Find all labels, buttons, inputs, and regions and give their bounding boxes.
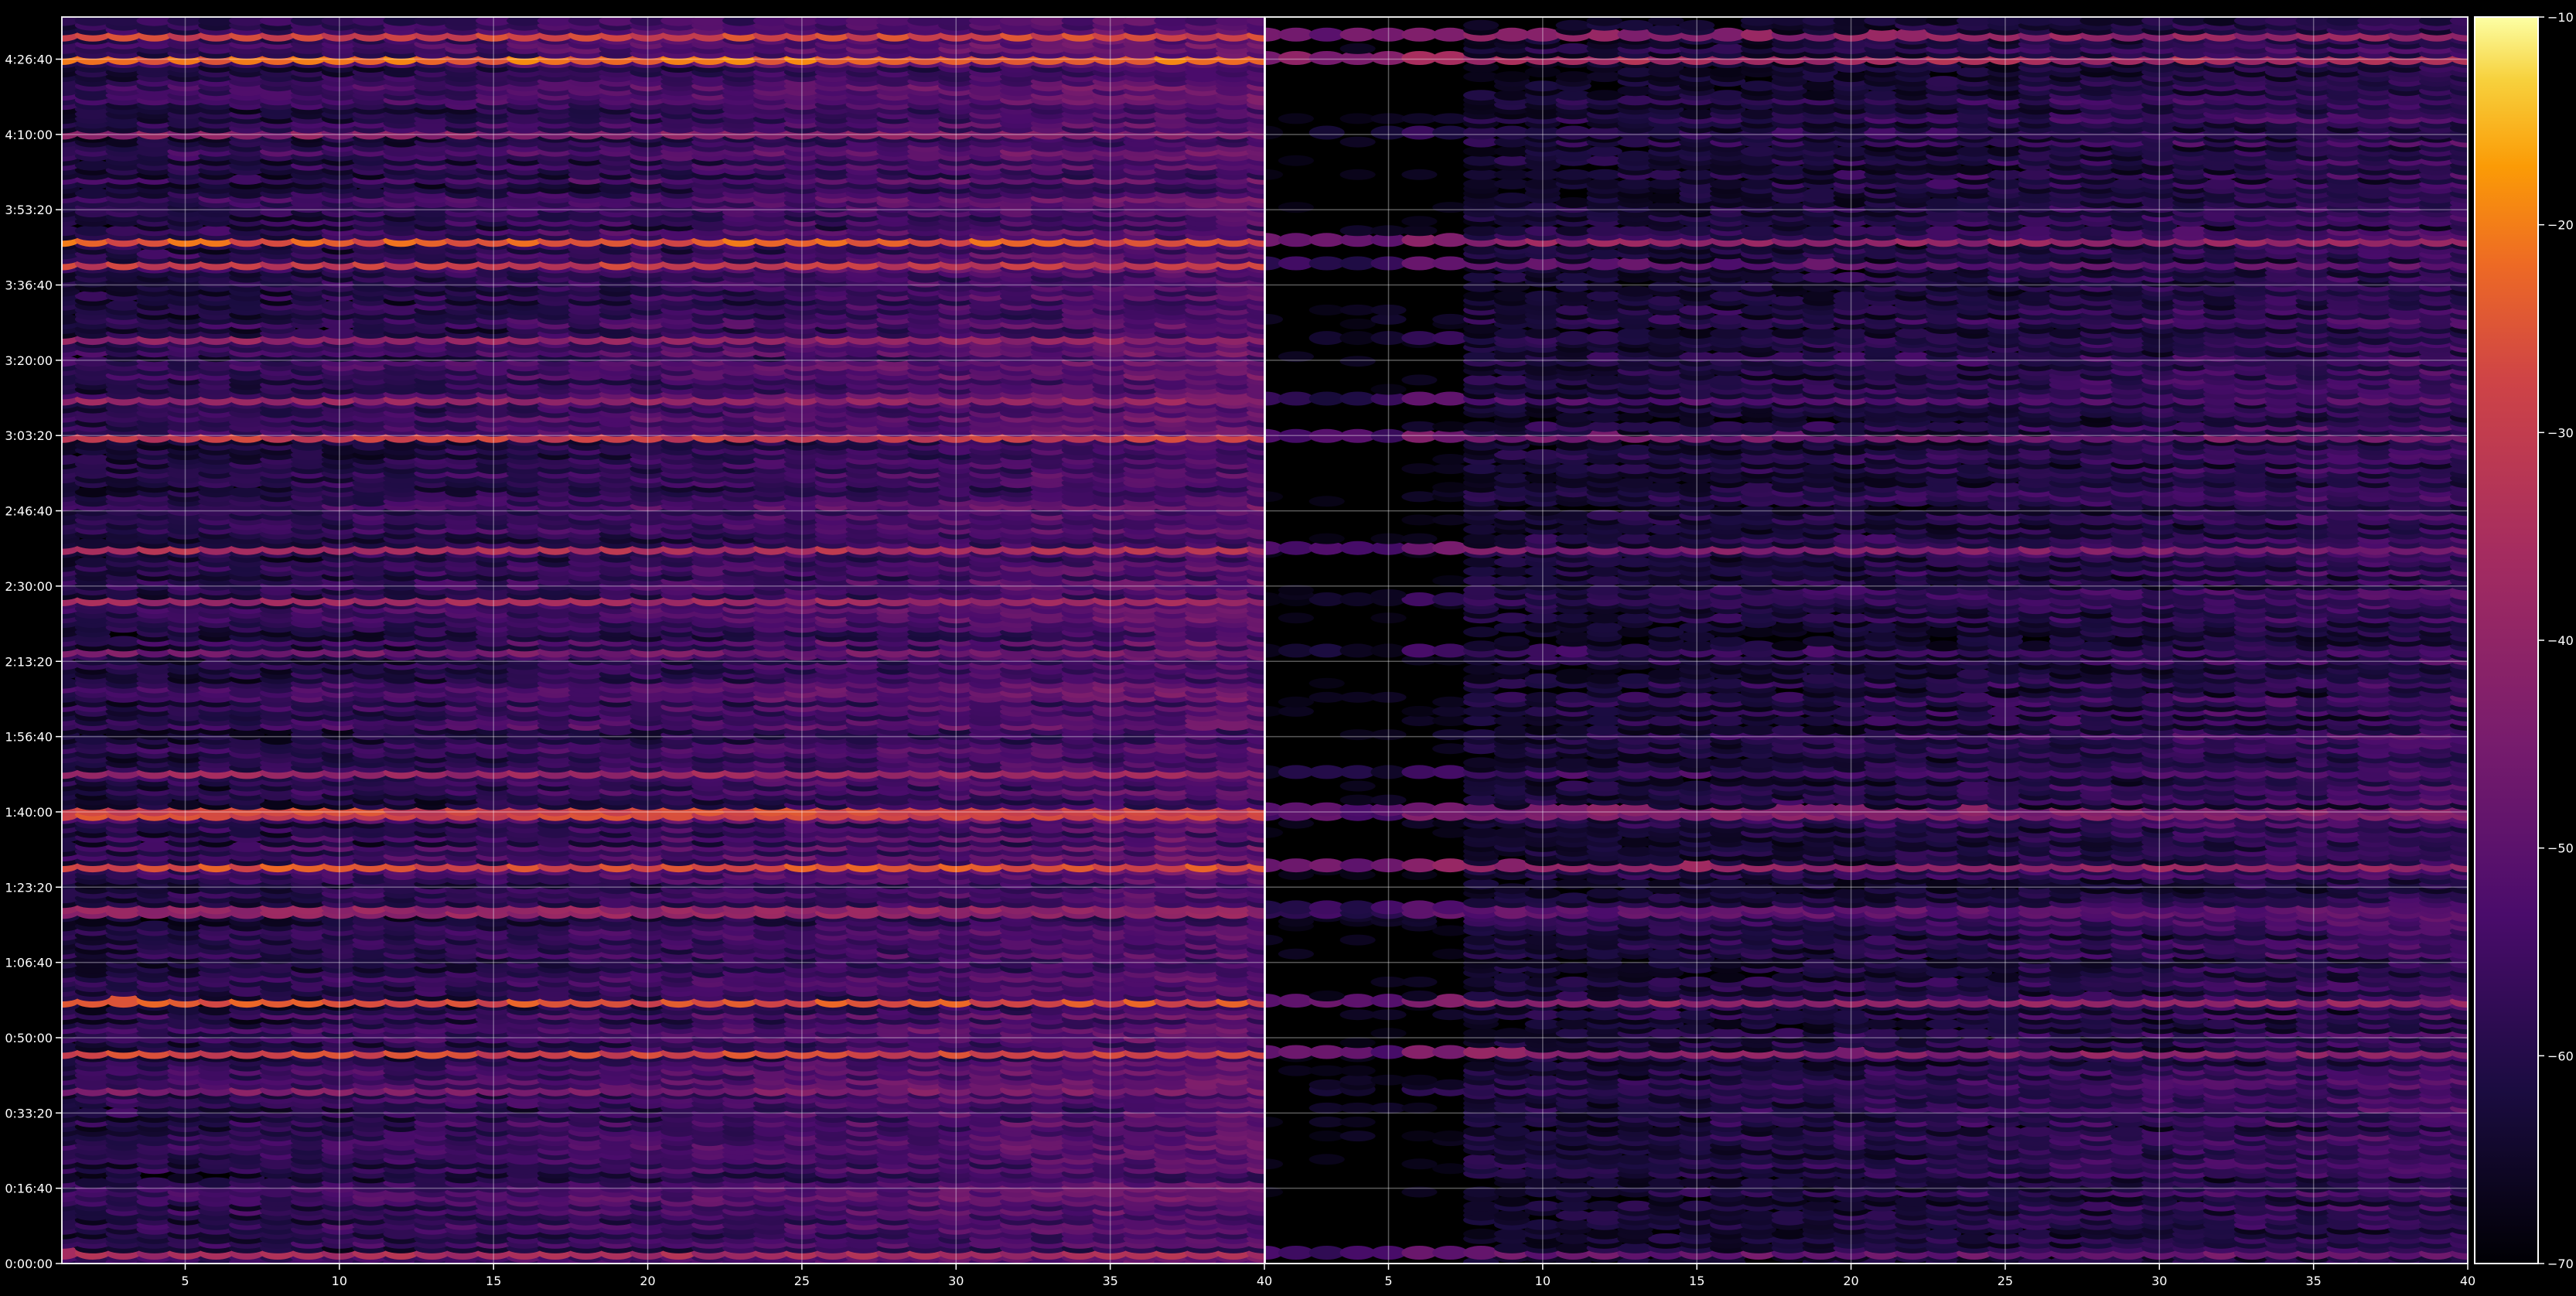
heatmap-cell bbox=[136, 920, 172, 932]
heatmap-cell bbox=[229, 729, 265, 741]
left-panel-marks bbox=[62, 17, 1264, 1264]
heatmap-cell bbox=[260, 1177, 296, 1189]
chart-root: 0:00:00 0:16:40 0:33:20 0:50:00 1:06:40 1:23:… bbox=[0, 0, 2576, 1293]
heatmap-cell bbox=[136, 841, 172, 852]
heatmap-cell bbox=[136, 1177, 172, 1189]
heatmap-cell bbox=[260, 799, 296, 810]
heatmap-chart: 0:00:000:16:400:33:200:50:001:06:401:23:… bbox=[5, 10, 2573, 1288]
heatmap-cell bbox=[74, 1177, 111, 1189]
heatmap-cell bbox=[74, 734, 111, 745]
heatmap-cell bbox=[260, 734, 296, 745]
heatmap-cell bbox=[198, 1177, 234, 1189]
heatmap-cell bbox=[229, 841, 265, 852]
